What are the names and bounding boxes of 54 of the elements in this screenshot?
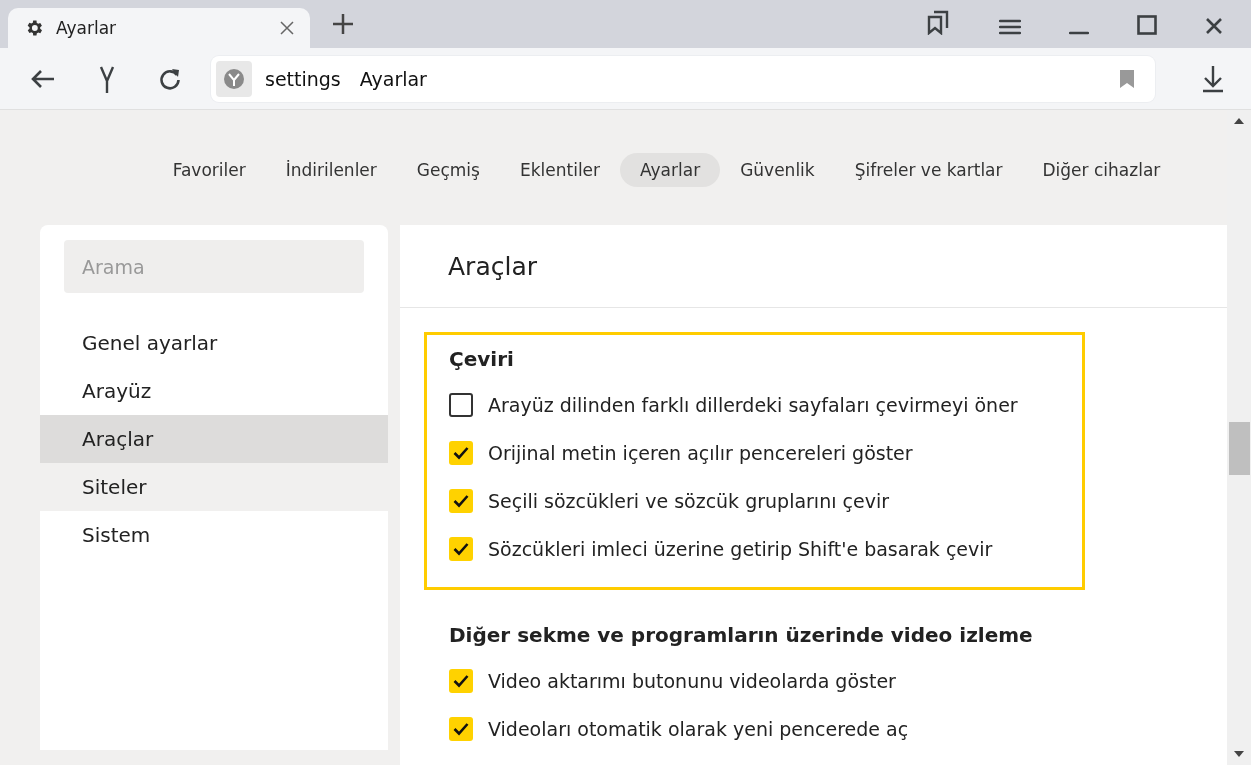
checkbox[interactable] (449, 537, 473, 561)
minimize-icon[interactable] (1069, 31, 1089, 35)
nav-tab[interactable]: Geçmiş (396, 153, 500, 187)
nav-tab[interactable]: Güvenlik (720, 153, 835, 187)
search-field[interactable]: Arama (64, 240, 364, 293)
download-icon[interactable] (1201, 64, 1225, 93)
section-title: Çeviri (449, 347, 515, 371)
browser-tab[interactable]: Ayarlar (8, 8, 310, 48)
section-title: Diğer sekme ve programların üzerinde video izleme (449, 623, 1034, 647)
maximize-icon[interactable] (1137, 15, 1157, 35)
checkbox[interactable] (449, 441, 473, 465)
checkbox[interactable] (449, 669, 473, 693)
nav-tab[interactable]: Favoriler (152, 153, 266, 187)
checkbox[interactable] (449, 717, 473, 741)
option-label: Video aktarımı butonunu videolarda göster (488, 670, 896, 692)
check-icon (453, 446, 469, 460)
nav-tab[interactable]: Ayarlar (620, 153, 721, 187)
bookmark-icon[interactable] (1119, 68, 1135, 89)
check-icon (453, 494, 469, 508)
sidebar-item[interactable]: Arayüz (40, 367, 388, 415)
close-tab-icon[interactable] (280, 21, 294, 35)
back-arrow-icon[interactable] (30, 68, 56, 89)
url-text: settings (265, 67, 341, 90)
option-label: Orijinal metin içeren açılır pencereleri göster (488, 442, 913, 464)
option-label: Sözcükleri imleci üzerine getirip Shift'e basarak çevir (488, 538, 993, 560)
checkbox[interactable] (449, 393, 473, 417)
page-title-text: Ayarlar (359, 67, 428, 90)
check-icon (453, 542, 469, 556)
sidebar-item[interactable]: Araçlar (40, 415, 388, 463)
scroll-down-icon[interactable] (1234, 751, 1244, 757)
check-icon (453, 674, 469, 688)
option-label: Seçili sözcükleri ve sözcük gruplarını çevir (488, 490, 889, 512)
checkbox[interactable] (449, 489, 473, 513)
site-icon (216, 60, 252, 97)
nav-tab[interactable]: Eklentiler (499, 153, 621, 187)
tab-title: Ayarlar (56, 18, 118, 38)
option-label: Videoları otomatik olarak yeni pencerede aç (488, 718, 909, 740)
option-label: Arayüz dilinden farklı dillerdeki sayfaları çevirmeyi öner (488, 394, 1018, 416)
reload-icon[interactable] (158, 66, 182, 91)
address-bar[interactable]: settings Ayarlar (211, 55, 1155, 102)
nav-tab[interactable]: Diğer cihazlar (1022, 153, 1181, 187)
nav-tab[interactable]: İndirilenler (265, 153, 397, 187)
bookmarks-icon[interactable] (927, 9, 951, 35)
close-icon[interactable] (1205, 17, 1223, 35)
new-tab-icon[interactable] (332, 13, 354, 35)
check-icon (453, 722, 469, 736)
scrollbar-thumb[interactable] (1228, 422, 1250, 475)
scroll-up-icon[interactable] (1234, 118, 1244, 124)
sidebar-item[interactable]: Siteler (40, 463, 388, 511)
menu-icon[interactable] (999, 19, 1021, 35)
sidebar-item[interactable]: Genel ayarlar (40, 319, 388, 367)
nav-tab[interactable]: Şifreler ve kartlar (834, 153, 1023, 187)
sidebar-item[interactable]: Sistem (40, 511, 388, 559)
panel-title: Araçlar (400, 225, 1227, 308)
